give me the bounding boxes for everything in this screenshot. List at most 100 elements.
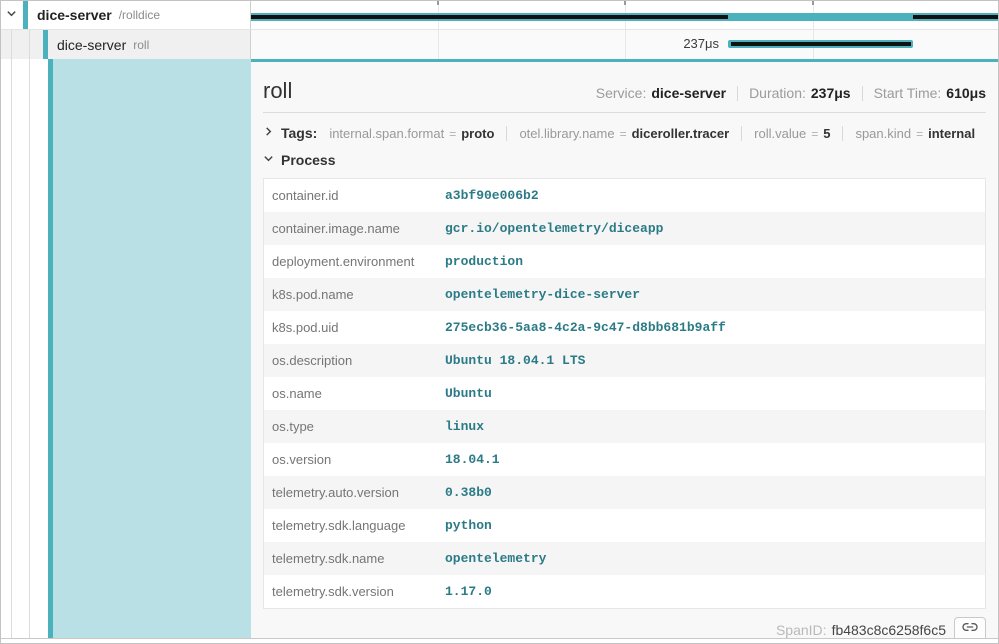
service-color-stripe <box>43 30 48 59</box>
critical-path-segment <box>913 15 998 19</box>
timeline-cell-rolldice <box>251 1 998 29</box>
process-table-row: k8s.pod.name opentelemetry-dice-server <box>264 278 985 311</box>
span-detail-row: roll Service: dice-server Duration: 237μ… <box>1 59 998 639</box>
process-value-cell: 275ecb36-5aa8-4c2a-9c47-d8bb681b9aff <box>445 320 985 335</box>
process-key-cell: deployment.environment <box>264 254 445 269</box>
span-detail-panel: roll Service: dice-server Duration: 237μ… <box>251 59 998 638</box>
span-detail-header: roll Service: dice-server Duration: 237μ… <box>263 62 986 113</box>
timeline-tick <box>437 1 439 5</box>
chevron-down-icon <box>263 151 274 169</box>
process-value-cell: Ubuntu 18.04.1 LTS <box>445 353 985 368</box>
process-key-cell: os.description <box>264 353 445 368</box>
link-icon <box>962 619 978 638</box>
process-value-cell: gcr.io/opentelemetry/diceapp <box>445 221 985 236</box>
timeline-tick <box>812 1 814 5</box>
service-name: dice-server <box>57 37 126 53</box>
chevron-right-icon <box>263 124 274 142</box>
tag-equals: = <box>916 127 923 141</box>
indent-guide <box>11 30 12 59</box>
tag-equals: = <box>620 127 627 141</box>
tag-key: internal.span.format <box>329 126 444 141</box>
process-value-cell: 18.04.1 <box>445 452 985 467</box>
process-value-cell: 1.17.0 <box>445 584 985 599</box>
process-table-row: os.name Ubuntu <box>264 377 985 410</box>
process-table-row: os.version 18.04.1 <box>264 443 985 476</box>
process-value-cell: Ubuntu <box>445 386 985 401</box>
process-key-cell: os.version <box>264 452 445 467</box>
selected-span-highlight <box>53 59 251 638</box>
spanid-label: SpanID: <box>776 622 827 638</box>
indent-guide <box>11 59 12 638</box>
span-name-cell-rolldice[interactable]: dice-server /rolldice <box>1 1 251 29</box>
process-value-cell: opentelemetry-dice-server <box>445 287 985 302</box>
duration-label: Duration: <box>749 85 806 101</box>
process-key-cell: os.type <box>264 419 445 434</box>
span-duration-label: 237μs <box>251 30 719 58</box>
service-name: dice-server <box>37 7 112 23</box>
start-time-label: Start Time: <box>874 85 942 101</box>
process-value-cell: 0.38b0 <box>445 485 985 500</box>
process-table-row: k8s.pod.uid 275ecb36-5aa8-4c2a-9c47-d8bb… <box>264 311 985 344</box>
span-overview-meta: Service: dice-server Duration: 237μs Sta… <box>596 85 986 101</box>
tag-key: otel.library.name <box>519 126 614 141</box>
critical-path-segment <box>251 15 728 19</box>
process-key-cell: container.id <box>264 188 445 203</box>
operation-name: /rolldice <box>119 8 160 22</box>
timeline-tick <box>624 1 626 5</box>
indent-guide <box>29 30 30 59</box>
copy-span-link-button[interactable] <box>954 617 986 638</box>
process-table-row: container.image.name gcr.io/opentelemetr… <box>264 212 985 245</box>
collapse-span-button[interactable] <box>1 6 21 24</box>
span-bar-roll[interactable] <box>728 40 913 48</box>
process-value-cell: production <box>445 254 985 269</box>
start-time-value: 610μs <box>946 85 986 101</box>
spanid-value: fb483c8c6258f6c5 <box>832 622 946 638</box>
tags-label: Tags: <box>281 125 317 141</box>
chevron-down-icon <box>6 6 17 24</box>
process-key-cell: telemetry.sdk.version <box>264 584 445 599</box>
process-value-cell: python <box>445 518 985 533</box>
meta-divider <box>737 86 738 101</box>
process-key-cell: telemetry.sdk.name <box>264 551 445 566</box>
tag-value: proto <box>461 126 494 141</box>
process-table-row: telemetry.auto.version 0.38b0 <box>264 476 985 509</box>
timeline-cell-roll: 237μs <box>251 30 998 59</box>
span-detail-footer: SpanID: fb483c8c6258f6c5 <box>263 617 986 638</box>
process-key-cell: k8s.pod.uid <box>264 320 445 335</box>
service-color-stripe <box>23 1 28 29</box>
process-key-cell: container.image.name <box>264 221 445 236</box>
tag-value: 5 <box>823 126 830 141</box>
tag-equals: = <box>811 127 818 141</box>
process-table-row: os.type linux <box>264 410 985 443</box>
detail-indent-rail <box>1 59 251 638</box>
process-value-cell: opentelemetry <box>445 551 985 566</box>
span-row-roll: dice-server roll 237μs <box>1 30 998 59</box>
duration-value: 237μs <box>811 85 851 101</box>
tag-equals: = <box>449 127 456 141</box>
span-bar-rolldice[interactable] <box>251 13 998 21</box>
operation-name: roll <box>133 38 149 52</box>
process-value-cell: a3bf90e006b2 <box>445 188 985 203</box>
process-key-cell: os.name <box>264 386 445 401</box>
process-accordion[interactable]: Process <box>263 149 986 171</box>
tag-key: span.kind <box>855 126 911 141</box>
process-value-cell: linux <box>445 419 985 434</box>
process-table-row: telemetry.sdk.name opentelemetry <box>264 542 985 575</box>
span-operation-title: roll <box>263 78 292 104</box>
process-key-cell: telemetry.sdk.language <box>264 518 445 533</box>
critical-path-segment <box>731 42 911 46</box>
process-label: Process <box>281 152 335 168</box>
tag-key: roll.value <box>754 126 806 141</box>
tag-value: internal <box>928 126 975 141</box>
tags-summary: internal.span.format = proto otel.librar… <box>329 126 975 141</box>
tag-value: diceroller.tracer <box>632 126 730 141</box>
tag-item: otel.library.name = diceroller.tracer <box>506 126 729 141</box>
span-name-cell-roll[interactable]: dice-server roll <box>1 30 251 59</box>
span-row-rolldice: dice-server /rolldice <box>1 1 998 30</box>
process-table-row: telemetry.sdk.version 1.17.0 <box>264 575 985 608</box>
tags-accordion[interactable]: Tags: internal.span.format = proto otel.… <box>263 121 986 145</box>
process-table-row: os.description Ubuntu 18.04.1 LTS <box>264 344 985 377</box>
process-table-row: deployment.environment production <box>264 245 985 278</box>
trace-timeline-view: dice-server /rolldice dice-server roll <box>0 0 999 644</box>
process-table-row: container.id a3bf90e006b2 <box>264 179 985 212</box>
